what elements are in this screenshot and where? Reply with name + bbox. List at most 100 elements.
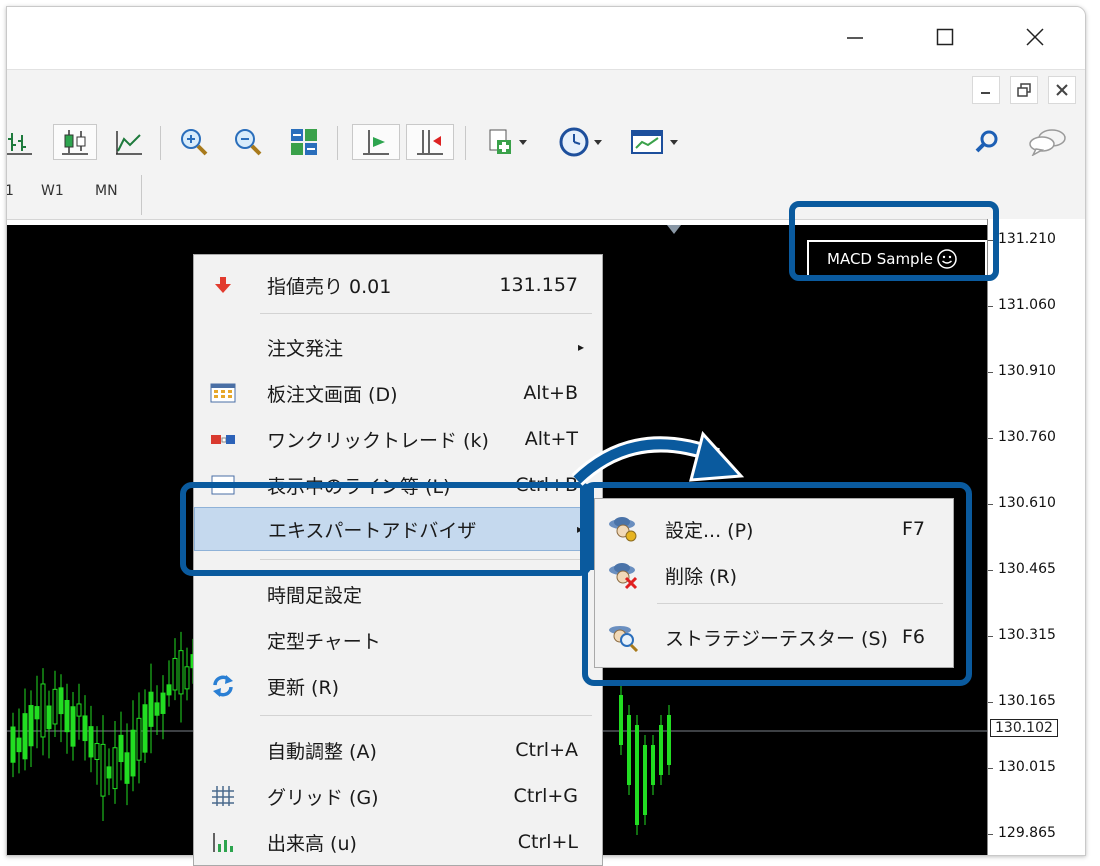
candle-body (40, 683, 46, 738)
menu-item-shortcut: Ctrl+L (517, 831, 578, 853)
line-chart-icon (116, 131, 142, 155)
refresh-icon (213, 675, 233, 697)
indicators-dropdown[interactable] (479, 124, 537, 160)
title-bar (7, 7, 1085, 67)
maximize-window-button[interactable] (923, 17, 967, 57)
auto-scroll-button[interactable] (352, 124, 400, 160)
price-scale[interactable]: 131.210 131.060 130.910 130.760 130.610 130.4… (987, 219, 1085, 855)
chart-toolbar (7, 112, 1085, 170)
candle-body (659, 725, 663, 775)
chart-shift-button[interactable] (406, 124, 454, 160)
menu-item-shortcut: Ctrl+G (513, 785, 578, 807)
price-label: 130.165 (998, 693, 1056, 709)
minimize-window-button[interactable] (833, 17, 877, 57)
price-tick (988, 636, 993, 637)
shift-marker-icon (667, 225, 681, 234)
menu-item-icon (210, 831, 236, 853)
menu-item[interactable]: 時間足設定 (194, 572, 602, 616)
tile-windows-button[interactable] (283, 124, 325, 160)
menu-separator (260, 715, 592, 716)
grid-icon (212, 786, 234, 806)
menu-item[interactable]: 板注文画面 (D) Alt+B (194, 371, 602, 415)
price-tick (988, 372, 993, 373)
menu-item[interactable]: グリッド (G) Ctrl+G (194, 774, 602, 818)
menu-item-label: 指値売り 0.01 (267, 275, 392, 298)
menu-item-label: 板注文画面 (D) (267, 383, 398, 406)
current-price-label: 130.102 (990, 719, 1058, 737)
zoom-in-button[interactable] (173, 124, 215, 160)
price-tick (988, 768, 993, 769)
price-label: 131.210 (998, 231, 1056, 247)
tile-windows-icon (291, 129, 317, 155)
candle-body (160, 692, 166, 714)
timeframe-dropdown[interactable] (551, 124, 613, 160)
candle-body (142, 704, 148, 753)
price-label: 129.865 (998, 825, 1056, 841)
template-icon (631, 130, 678, 154)
maximize-icon (936, 28, 954, 46)
price-label: 130.760 (998, 429, 1056, 445)
candle-body (651, 745, 655, 785)
price-label: 131.060 (998, 297, 1056, 313)
chat-icon (1029, 129, 1066, 156)
candle-body (184, 666, 190, 690)
menu-item-label: 時間足設定 (267, 584, 363, 607)
menu-separator (260, 313, 592, 314)
menu-item[interactable]: 指値売り 0.01 131.157 (194, 263, 602, 307)
mdi-close-button[interactable] (1048, 76, 1076, 104)
callout-arrow (571, 430, 745, 486)
timeframe-button[interactable]: 1 (7, 183, 14, 199)
candle-body (64, 699, 70, 733)
timeframe-button-mn[interactable]: MN (95, 183, 118, 199)
search-button[interactable] (971, 124, 1003, 160)
candle-body (94, 743, 100, 760)
search-icon (975, 130, 998, 153)
menu-item-shortcut: Alt+B (523, 382, 578, 404)
minimize-icon (847, 37, 863, 39)
minimize-icon (981, 92, 990, 94)
templates-dropdown[interactable] (625, 124, 687, 160)
candle-body (124, 752, 130, 784)
menu-item[interactable]: 自動調整 (A) Ctrl+A (194, 728, 602, 772)
timeframe-button-w1[interactable]: W1 (41, 183, 64, 199)
candle-body (106, 766, 112, 779)
price-tick (988, 834, 993, 835)
bar-chart-button[interactable] (7, 124, 37, 160)
candle-body (16, 737, 22, 753)
candle-body (58, 687, 64, 715)
menu-item-icon (210, 382, 236, 404)
chart-shift-icon (417, 130, 443, 155)
chat-button[interactable] (1025, 124, 1071, 160)
mdi-minimize-button[interactable] (972, 76, 1000, 104)
menu-item-icon (210, 785, 236, 807)
menu-item-label: ワンクリックトレード (k) (267, 429, 489, 452)
candle-body (627, 715, 631, 785)
candlestick-icon (62, 130, 88, 155)
price-tick (988, 504, 993, 505)
menu-item-shortcut: 131.157 (499, 274, 578, 296)
candle-body (635, 725, 639, 825)
volumes-icon (213, 833, 233, 852)
candle-body (667, 715, 671, 765)
auto-scroll-icon (363, 130, 389, 155)
candlestick-chart-button[interactable] (53, 124, 97, 160)
menu-item[interactable]: 出来高 (u) Ctrl+L (194, 820, 602, 864)
candle-body (82, 715, 88, 742)
price-label: 130.465 (998, 561, 1056, 577)
highlight-expert-menu-item (180, 482, 592, 576)
highlight-expert-label (789, 201, 999, 281)
menu-item[interactable]: 更新 (R) (194, 664, 602, 708)
price-tick (988, 438, 993, 439)
mdi-restore-button[interactable] (1010, 76, 1038, 104)
menu-item-label: 自動調整 (A) (267, 740, 377, 763)
close-icon (1056, 84, 1068, 96)
menu-item-icon (210, 675, 236, 697)
candle-body (10, 726, 16, 763)
line-chart-button[interactable] (109, 124, 149, 160)
menu-item[interactable]: ワンクリックトレード (k) Alt+T (194, 417, 602, 461)
menu-item[interactable]: 定型チャート (194, 618, 602, 662)
close-window-button[interactable] (1013, 17, 1057, 57)
zoom-out-button[interactable] (227, 124, 269, 160)
order-board-icon (210, 383, 236, 403)
menu-item[interactable]: 注文発注 ▸ (194, 325, 602, 369)
